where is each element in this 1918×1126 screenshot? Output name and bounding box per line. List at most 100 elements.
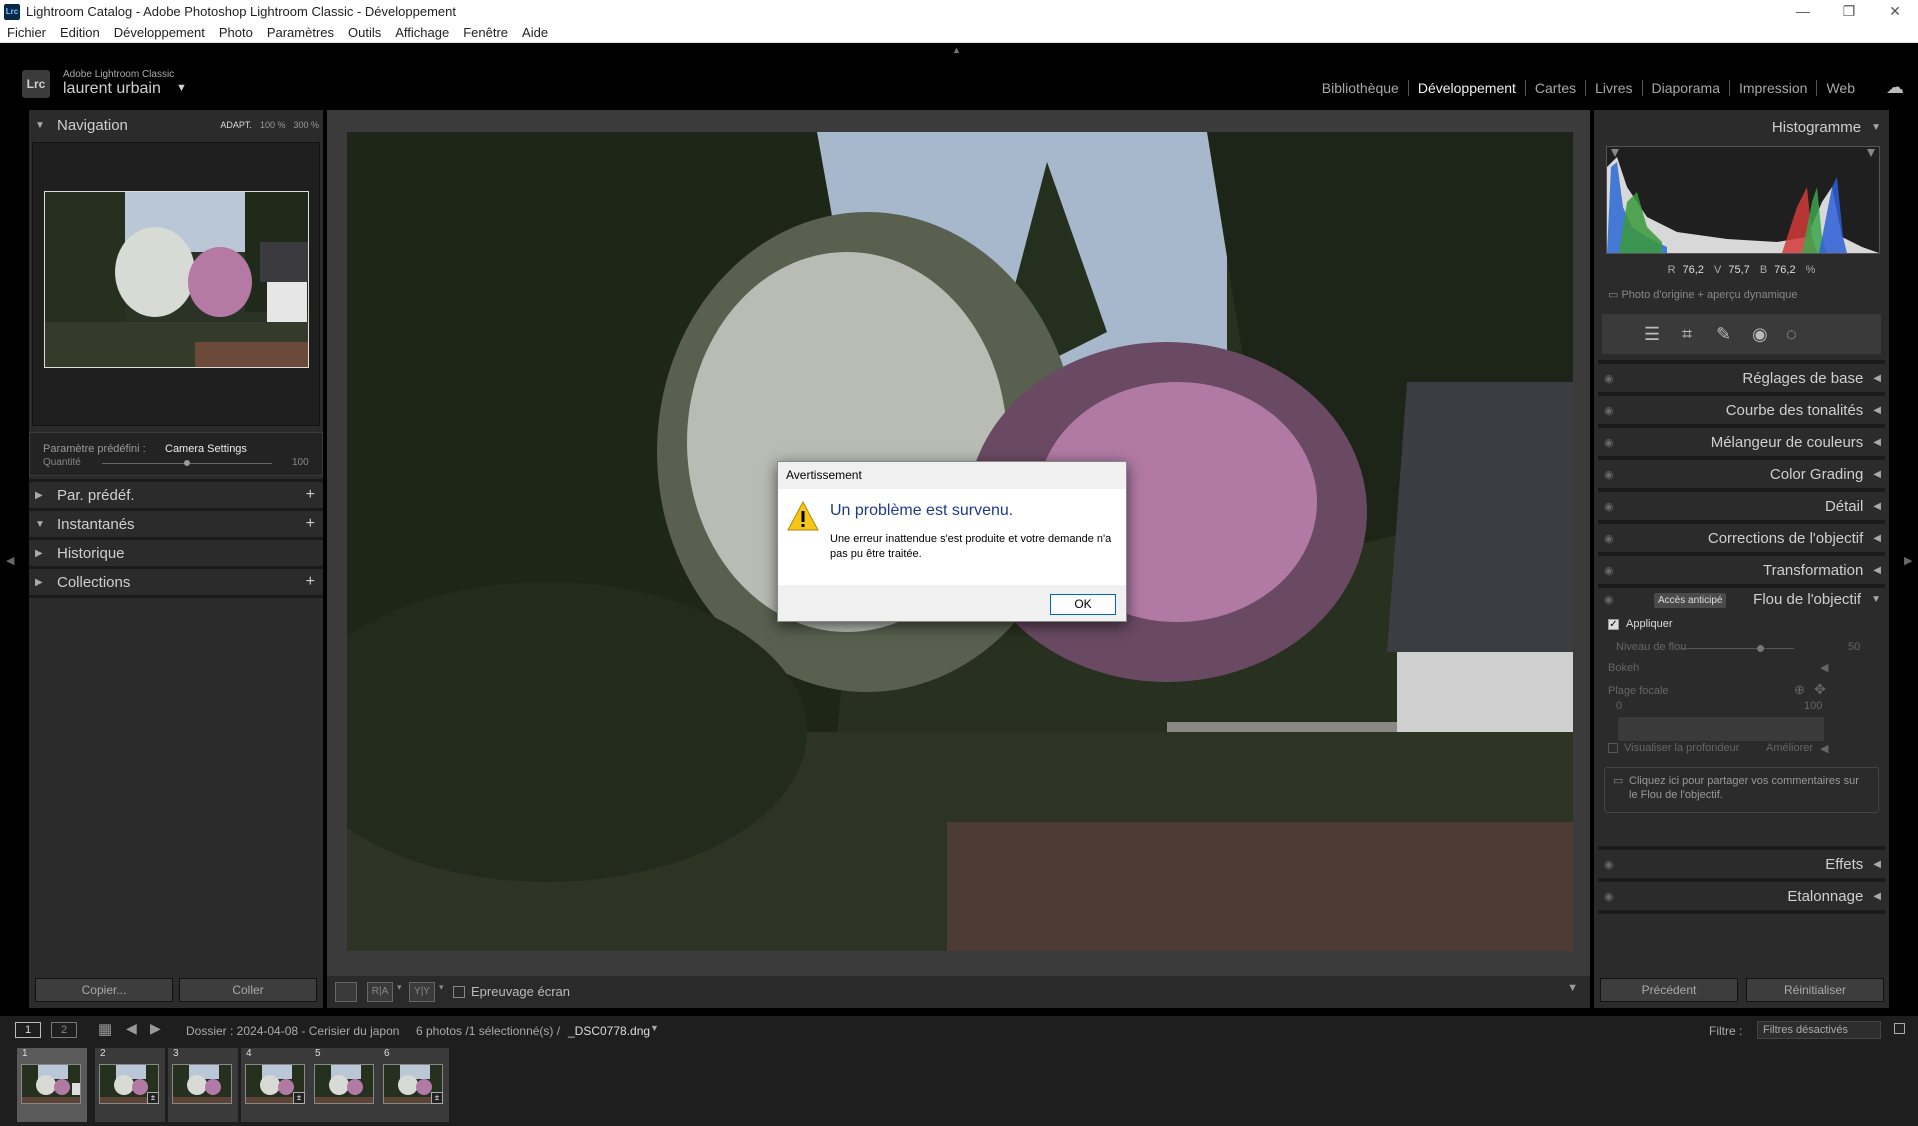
histogram-header[interactable]: Histogramme ▼	[1598, 110, 1885, 144]
menu-developpement[interactable]: Développement	[107, 25, 212, 40]
toolbar-options-arrow-icon[interactable]: ▼	[1567, 982, 1578, 994]
window-1-button[interactable]: 1	[15, 1022, 41, 1038]
filter-lock-icon[interactable]	[1894, 1023, 1905, 1034]
cloud-sync-icon[interactable]: ☁	[1886, 77, 1904, 98]
focal-range-bar[interactable]	[1618, 717, 1824, 741]
collapse-top-panel-icon[interactable]: ▲	[952, 45, 961, 55]
lens-corrections-panel-header[interactable]: ◉ Corrections de l'objectif ◀	[1598, 524, 1885, 552]
softproof-checkbox[interactable]	[453, 986, 465, 998]
back-arrow-icon[interactable]: ◀	[126, 1020, 137, 1037]
eye-icon[interactable]: ◉	[1604, 564, 1614, 577]
dropdown-arrow-icon[interactable]: ▾	[439, 982, 444, 993]
eye-icon[interactable]: ◉	[1604, 436, 1614, 449]
crop-icon[interactable]: ⌗	[1682, 324, 1692, 345]
target-icon[interactable]: ✥	[1814, 681, 1826, 698]
menu-outils[interactable]: Outils	[341, 25, 388, 40]
paste-settings-button[interactable]: Coller	[179, 978, 317, 1002]
add-collection-icon[interactable]: +	[306, 573, 315, 591]
right-panel-toggle-icon[interactable]: ▶	[1904, 554, 1912, 567]
transform-panel-header[interactable]: ◉ Transformation ◀	[1598, 556, 1885, 584]
snapshots-panel-header[interactable]: ▼ Instantanés +	[29, 511, 323, 537]
add-snapshot-icon[interactable]: +	[306, 515, 315, 533]
effects-panel-header[interactable]: ◉ Effets ◀	[1598, 850, 1885, 878]
user-name[interactable]: laurent urbain	[63, 80, 161, 98]
eye-icon[interactable]: ◉	[1604, 890, 1614, 903]
reset-button[interactable]: Réinitialiser	[1746, 978, 1884, 1002]
histogram[interactable]	[1606, 146, 1880, 254]
history-panel-header[interactable]: ▶ Historique	[29, 540, 323, 566]
copy-settings-button[interactable]: Copier...	[35, 978, 173, 1002]
maximize-button[interactable]: ❐	[1826, 0, 1872, 23]
dropdown-arrow-icon[interactable]: ▾	[397, 982, 402, 993]
apply-checkbox[interactable]: ✓	[1608, 619, 1619, 630]
before-after-lr-button[interactable]: R|A	[367, 982, 393, 1002]
module-cartes[interactable]: Cartes	[1526, 80, 1587, 96]
previous-button[interactable]: Précédent	[1600, 978, 1738, 1002]
filter-dropdown[interactable]: Filtres désactivés	[1757, 1021, 1881, 1039]
navigator-thumbnail[interactable]	[44, 191, 309, 368]
zoom-300[interactable]: 300 %	[293, 120, 319, 130]
filmstrip-cell[interactable]: 4 ±	[241, 1048, 311, 1122]
color-mixer-panel-header[interactable]: ◉ Mélangeur de couleurs ◀	[1598, 428, 1885, 456]
calibration-panel-header[interactable]: ◉ Etalonnage ◀	[1598, 882, 1885, 910]
module-livres[interactable]: Livres	[1586, 80, 1643, 96]
zoom-fit[interactable]: ADAPT.	[220, 120, 252, 130]
refine-label[interactable]: Améliorer	[1766, 742, 1813, 754]
eye-icon[interactable]: ◉	[1604, 404, 1614, 417]
menu-affichage[interactable]: Affichage	[388, 25, 456, 40]
module-bibliotheque[interactable]: Bibliothèque	[1313, 80, 1409, 96]
ok-button[interactable]: OK	[1050, 594, 1116, 615]
left-panel-toggle-icon[interactable]: ◀	[6, 554, 14, 567]
menu-parametres[interactable]: Paramètres	[260, 25, 341, 40]
source-folder[interactable]: Dossier : 2024-04-08 - Cerisier du japon	[186, 1024, 399, 1038]
feedback-box[interactable]: ▭ Cliquez ici pour partager vos commenta…	[1604, 767, 1879, 813]
blur-level-slider[interactable]	[1680, 648, 1794, 649]
basic-panel-header[interactable]: ◉ Réglages de base ◀	[1598, 364, 1885, 392]
filmstrip-cell[interactable]: 6 ±	[379, 1048, 449, 1122]
presets-panel-header[interactable]: ▶ Par. prédéf. +	[29, 482, 323, 508]
module-diaporama[interactable]: Diaporama	[1643, 80, 1730, 96]
edit-sliders-icon[interactable]: ☰	[1644, 324, 1660, 345]
filmstrip-cell[interactable]: 3	[168, 1048, 238, 1122]
filmstrip-cell[interactable]: 5	[310, 1048, 380, 1122]
detail-panel-header[interactable]: ◉ Détail ◀	[1598, 492, 1885, 520]
visualize-depth-checkbox[interactable]	[1608, 743, 1618, 753]
focal-picker-icon[interactable]: ⊕	[1794, 682, 1805, 698]
bokeh-dropdown-arrow-icon[interactable]: ◀	[1820, 661, 1828, 674]
lens-blur-panel-header[interactable]: ◉ Accès anticipé Flou de l'objectif ▼	[1598, 588, 1885, 610]
grid-view-icon[interactable]: ▦	[98, 1020, 112, 1038]
selected-file-name[interactable]: _DSC0778.dng	[568, 1024, 650, 1038]
loupe-view-button[interactable]	[335, 982, 357, 1002]
navigator-header[interactable]: ▼ Navigation ADAPT. 100 % 300 %	[29, 112, 323, 138]
menu-fichier[interactable]: Fichier	[0, 25, 53, 40]
file-menu-arrow-icon[interactable]: ▼	[650, 1023, 659, 1033]
preset-value[interactable]: Camera Settings	[165, 443, 247, 455]
window-2-button[interactable]: 2	[51, 1022, 77, 1038]
close-button[interactable]: ✕	[1872, 0, 1918, 23]
collections-panel-header[interactable]: ▶ Collections +	[29, 569, 323, 595]
menu-edition[interactable]: Edition	[53, 25, 107, 40]
blur-level-slider-handle[interactable]	[1757, 645, 1764, 652]
refine-arrow-icon[interactable]: ◀	[1820, 742, 1828, 755]
menu-fenetre[interactable]: Fenêtre	[456, 25, 515, 40]
menu-aide[interactable]: Aide	[515, 25, 555, 40]
module-web[interactable]: Web	[1817, 80, 1864, 96]
zoom-100[interactable]: 100 %	[260, 120, 286, 130]
before-after-tb-button[interactable]: Y|Y	[409, 982, 435, 1002]
module-impression[interactable]: Impression	[1730, 80, 1818, 96]
red-eye-icon[interactable]: ◉	[1752, 324, 1768, 345]
eye-icon[interactable]: ◉	[1604, 532, 1614, 545]
filmstrip-cell[interactable]: 2 ±	[95, 1048, 165, 1122]
tone-curve-panel-header[interactable]: ◉ Courbe des tonalités ◀	[1598, 396, 1885, 424]
healing-brush-icon[interactable]: ✎	[1716, 324, 1731, 345]
color-grading-panel-header[interactable]: ◉ Color Grading ◀	[1598, 460, 1885, 488]
user-menu-arrow-icon[interactable]: ▼	[176, 82, 187, 94]
menu-photo[interactable]: Photo	[212, 25, 260, 40]
eye-icon[interactable]: ◉	[1604, 593, 1614, 606]
eye-icon[interactable]: ◉	[1604, 468, 1614, 481]
eye-icon[interactable]: ◉	[1604, 858, 1614, 871]
add-preset-icon[interactable]: +	[306, 486, 315, 504]
filmstrip-cell[interactable]: 1	[17, 1048, 87, 1122]
module-developpement[interactable]: Développement	[1409, 80, 1526, 96]
eye-icon[interactable]: ◉	[1604, 372, 1614, 385]
